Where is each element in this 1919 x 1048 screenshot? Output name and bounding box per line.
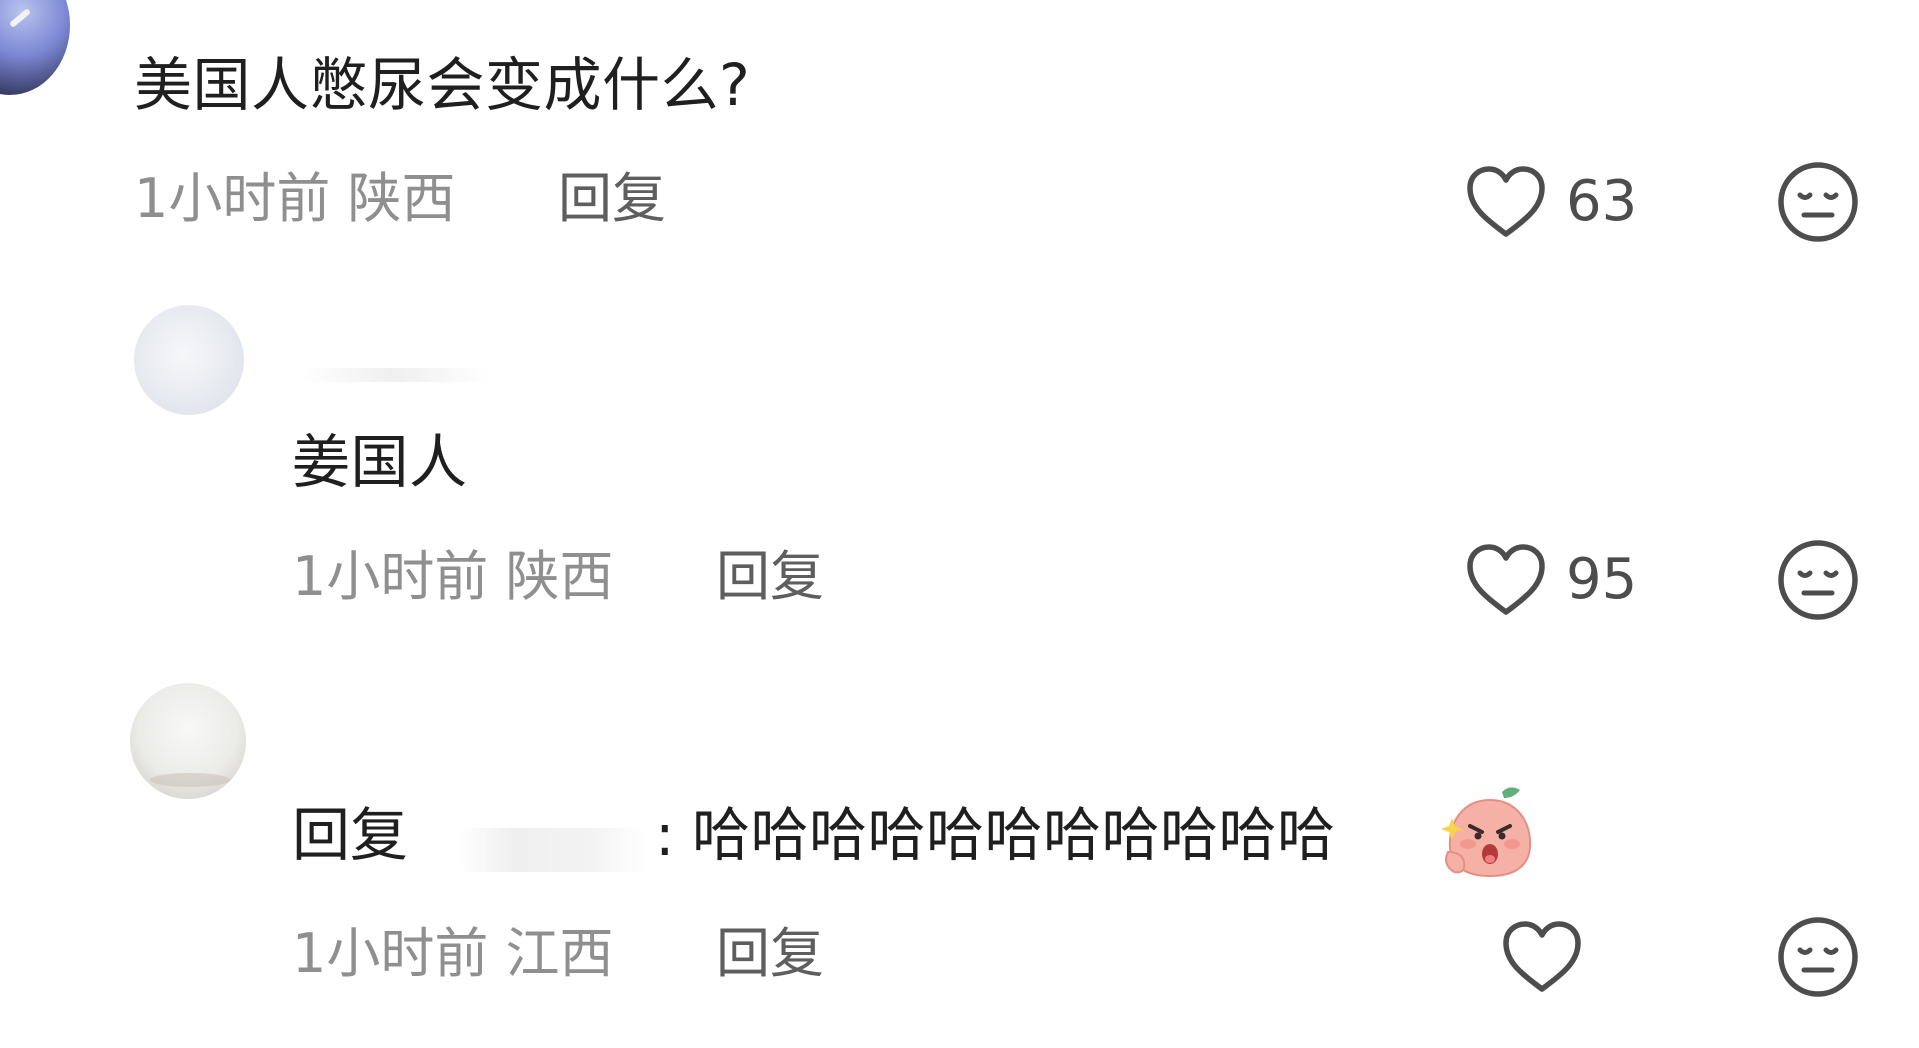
reply-prefix: 回复 xyxy=(292,801,409,869)
comment-text: 姜国人 xyxy=(292,428,468,496)
comment-meta: 1小时前 江西 xyxy=(292,922,614,986)
comment-text: 哈哈哈哈哈哈哈哈哈哈哈 xyxy=(692,801,1336,869)
like-button[interactable] xyxy=(1500,919,1584,995)
avatar[interactable] xyxy=(134,305,244,415)
meh-face-icon xyxy=(1778,540,1858,620)
meh-face-icon xyxy=(1778,917,1858,997)
comment-text: 美国人憋尿会变成什么? xyxy=(134,51,751,119)
dislike-button[interactable] xyxy=(1776,915,1860,1003)
comment-location: 江西 xyxy=(505,922,614,985)
comment-time: 1小时前 xyxy=(292,922,489,985)
comment-thread: 美国人憋尿会变成什么? 1小时前 陕西 回复 63 姜国人 1小时前 陕西 回复… xyxy=(0,0,1919,1048)
reply-button[interactable]: 回复 xyxy=(716,922,824,986)
cut-off-username xyxy=(130,0,340,8)
comment-location: 陕西 xyxy=(347,167,456,230)
heart-outline-icon xyxy=(1467,166,1545,237)
comment-location: 陕西 xyxy=(505,545,614,608)
heart-outline-icon xyxy=(1503,921,1581,992)
heart-outline-icon xyxy=(1467,544,1545,615)
dislike-button[interactable] xyxy=(1776,538,1860,626)
laughing-peach-sticker xyxy=(1441,787,1532,878)
username-blurred xyxy=(300,368,490,382)
like-count: 95 xyxy=(1566,547,1638,612)
like-button[interactable]: 63 xyxy=(1464,164,1637,240)
mention-colon: : xyxy=(655,801,675,869)
dislike-button[interactable] xyxy=(1776,160,1860,248)
reply-button[interactable]: 回复 xyxy=(716,545,824,609)
meh-face-icon xyxy=(1778,162,1858,242)
avatar[interactable] xyxy=(130,683,246,799)
comment-meta: 1小时前 陕西 xyxy=(292,545,614,609)
mentioned-username-blurred[interactable] xyxy=(458,828,648,872)
like-button[interactable]: 95 xyxy=(1464,542,1637,618)
like-count: 63 xyxy=(1566,169,1638,234)
reply-button[interactable]: 回复 xyxy=(558,167,666,231)
comment-time: 1小时前 xyxy=(292,545,489,608)
comment-time: 1小时前 xyxy=(134,167,331,230)
comment-meta: 1小时前 陕西 xyxy=(134,167,456,231)
avatar[interactable] xyxy=(0,0,70,95)
